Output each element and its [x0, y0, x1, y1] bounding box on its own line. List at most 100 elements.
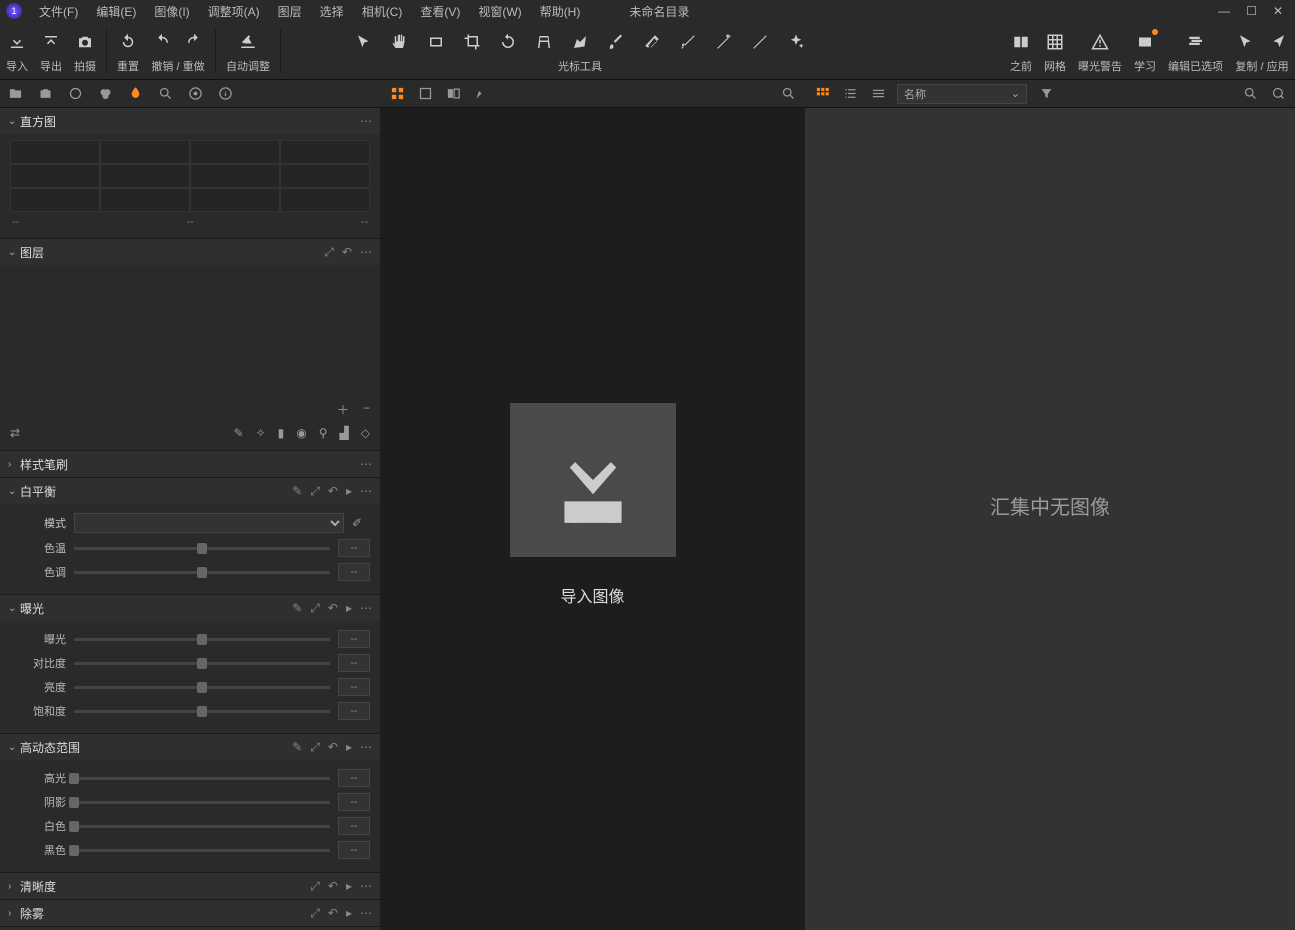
white-value[interactable]: -- [338, 817, 370, 835]
rotate-tool-icon[interactable] [495, 31, 521, 53]
copy-icon[interactable]: ▸ [346, 601, 352, 616]
dehaze-header[interactable]: › 除雾 ⤢↶▸⋯ [0, 900, 380, 926]
menu-window[interactable]: 视窗(W) [469, 3, 530, 20]
maximize-button[interactable]: ☐ [1246, 4, 1257, 18]
expand-icon[interactable]: ⤢ [310, 879, 320, 894]
undo-icon[interactable] [151, 31, 173, 53]
reset-icon[interactable]: ↶ [328, 879, 338, 894]
erase-icon[interactable]: ◇ [361, 426, 370, 440]
thumb-grid-icon[interactable] [813, 85, 831, 103]
reset-icon[interactable]: ↶ [328, 906, 338, 921]
brush-tool-icon[interactable] [603, 31, 629, 53]
close-button[interactable]: ✕ [1273, 4, 1283, 18]
lens-tab-icon[interactable] [66, 85, 84, 103]
highlight-slider[interactable] [74, 777, 330, 780]
single-view-icon[interactable] [416, 85, 434, 103]
menu-camera[interactable]: 相机(C) [353, 3, 412, 20]
menu-help[interactable]: 帮助(H) [531, 3, 590, 20]
list-view-icon[interactable] [841, 85, 859, 103]
gradient-icon[interactable]: ▮ [278, 426, 285, 440]
keystone-tool-icon[interactable] [531, 31, 557, 53]
contrast-value[interactable]: -- [338, 654, 370, 672]
menu-view[interactable]: 查看(V) [411, 3, 469, 20]
brush-icon[interactable]: ✎ [234, 426, 244, 440]
bright-value[interactable]: -- [338, 678, 370, 696]
panel-menu-icon[interactable]: ⋯ [360, 114, 372, 128]
exp-value[interactable]: -- [338, 630, 370, 648]
panel-menu-icon[interactable]: ⋯ [360, 245, 372, 260]
histogram-header[interactable]: ⌄ 直方图 ⋯ [0, 108, 380, 134]
panel-menu-icon[interactable]: ⋯ [360, 484, 372, 499]
adjust-tab-icon[interactable] [126, 85, 144, 103]
clarity-header[interactable]: › 清晰度 ⤢↶▸⋯ [0, 873, 380, 899]
zoom-icon[interactable] [779, 85, 797, 103]
copy-icon[interactable]: ▸ [346, 740, 352, 755]
loupe-tool-icon[interactable] [423, 31, 449, 53]
expand-icon[interactable]: ⤢ [310, 906, 320, 921]
expand-icon[interactable]: ⤢ [310, 601, 320, 616]
stylebrush-header[interactable]: › 样式笔刷 ⋯ [0, 451, 380, 477]
details-tab-icon[interactable] [156, 85, 174, 103]
redo-icon[interactable] [183, 31, 205, 53]
crop-tool-icon[interactable] [459, 31, 485, 53]
capture-tab-icon[interactable] [36, 85, 54, 103]
export-icon[interactable] [40, 31, 62, 53]
expand-icon[interactable]: ⤢ [324, 245, 334, 260]
bright-slider[interactable] [74, 686, 330, 689]
learn-icon[interactable] [1134, 31, 1156, 53]
stamp-icon[interactable]: ▟ [340, 426, 349, 440]
panel-menu-icon[interactable]: ⋯ [360, 906, 372, 921]
edit-options-icon[interactable] [1185, 31, 1207, 53]
annotate-icon[interactable] [472, 85, 490, 103]
grid-icon[interactable] [1044, 31, 1066, 53]
shadow-slider[interactable] [74, 801, 330, 804]
pointer-tool-icon[interactable] [351, 31, 377, 53]
reset-icon[interactable]: ↶ [328, 740, 338, 755]
search-icon[interactable] [1241, 85, 1259, 103]
exposure-warning-icon[interactable] [1089, 31, 1111, 53]
menu-image[interactable]: 图像(I) [145, 3, 198, 20]
copy-icon[interactable]: ▸ [346, 906, 352, 921]
layers-header[interactable]: ⌄ 图层 ⤢↶⋯ [0, 239, 380, 265]
copy-icon[interactable]: ▸ [346, 879, 352, 894]
exposure-header[interactable]: ⌄ 曝光 ✎⤢↶▸⋯ [0, 595, 380, 621]
white-slider[interactable] [74, 825, 330, 828]
panel-menu-icon[interactable]: ⋯ [360, 601, 372, 616]
radial-tool-icon[interactable] [711, 31, 737, 53]
panel-menu-icon[interactable]: ⋯ [360, 457, 372, 471]
reset-icon[interactable]: ↶ [342, 245, 352, 260]
highlight-value[interactable]: -- [338, 769, 370, 787]
picker-icon[interactable]: ✎ [292, 484, 302, 499]
search2-icon[interactable] [1269, 85, 1287, 103]
heal-tool-icon[interactable] [747, 31, 773, 53]
reset-icon[interactable]: ↶ [328, 601, 338, 616]
contrast-slider[interactable] [74, 662, 330, 665]
filmstrip-icon[interactable] [869, 85, 887, 103]
add-layer-icon[interactable]: ＋ [337, 401, 349, 418]
exp-slider[interactable] [74, 638, 330, 641]
filter-icon[interactable] [1037, 85, 1055, 103]
split-view-icon[interactable] [444, 85, 462, 103]
copy-icon[interactable] [1235, 31, 1257, 53]
menu-layer[interactable]: 图层 [269, 3, 311, 20]
tint-slider[interactable] [74, 571, 330, 574]
picker-icon[interactable]: ✎ [292, 601, 302, 616]
expand-icon[interactable]: ⤢ [310, 740, 320, 755]
menu-file[interactable]: 文件(F) [30, 3, 87, 20]
black-slider[interactable] [74, 849, 330, 852]
minimize-button[interactable]: — [1218, 4, 1230, 18]
grid-view-icon[interactable] [388, 85, 406, 103]
eyedropper-icon[interactable]: ✐ [352, 516, 370, 530]
temp-value[interactable]: -- [338, 539, 370, 557]
panel-menu-icon[interactable]: ⋯ [360, 879, 372, 894]
apply-icon[interactable] [1267, 31, 1289, 53]
gradient-tool-icon[interactable] [675, 31, 701, 53]
info-tab-icon[interactable] [216, 85, 234, 103]
temp-slider[interactable] [74, 547, 330, 550]
metadata-tab-icon[interactable] [186, 85, 204, 103]
reset-icon[interactable]: ↶ [328, 484, 338, 499]
import-icon[interactable] [6, 31, 28, 53]
magic-tool-icon[interactable] [783, 31, 809, 53]
sat-slider[interactable] [74, 710, 330, 713]
remove-layer-icon[interactable]: − [363, 401, 370, 418]
